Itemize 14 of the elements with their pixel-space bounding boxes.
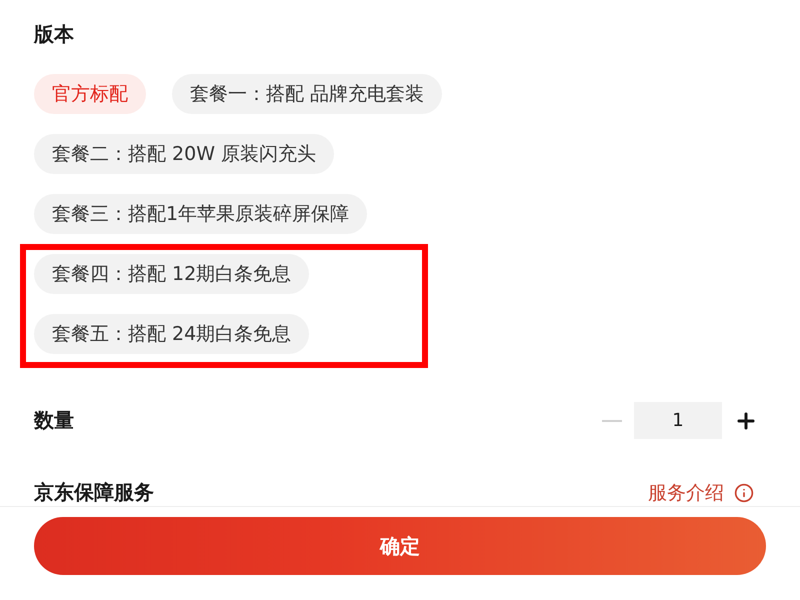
quantity-label: 数量 <box>34 407 74 434</box>
option-chip[interactable]: 套餐四：搭配 12期白条免息 <box>34 254 310 294</box>
option-chip[interactable]: 套餐五：搭配 24期白条免息 <box>34 314 310 354</box>
section-title: 版本 <box>34 21 75 48</box>
option-chip[interactable]: 套餐一：搭配 品牌充电套装 <box>172 74 442 114</box>
option-chip[interactable]: 套餐二：搭配 20W 原装闪充头 <box>34 134 334 174</box>
option-chip[interactable]: 官方标配 <box>34 74 146 114</box>
info-icon <box>734 482 754 502</box>
minus-icon <box>602 420 622 422</box>
service-title: 京东保障服务 <box>34 479 154 506</box>
option-chip[interactable]: 套餐三：搭配1年苹果原装碎屏保障 <box>34 194 368 234</box>
quantity-field[interactable]: 1 <box>634 402 722 439</box>
confirm-button[interactable]: 确定 <box>34 517 766 575</box>
service-link[interactable]: 服务介绍 <box>648 480 754 506</box>
